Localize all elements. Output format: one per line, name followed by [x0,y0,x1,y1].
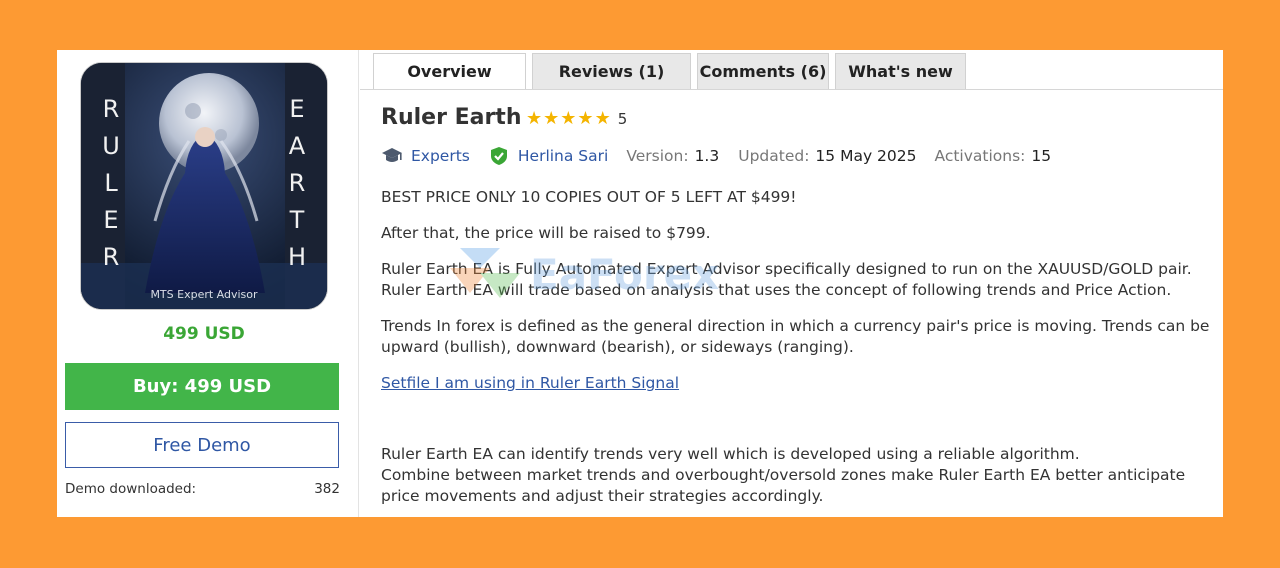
activations-label: Activations: [934,147,1026,165]
category-link[interactable]: Experts [411,147,470,165]
buy-button[interactable]: Buy: 499 USD [65,363,339,410]
product-cover-image[interactable]: R U L E R E A R T H MTS Expert Advisor [80,62,328,310]
description-paragraph: Ruler Earth EA will trade based on analy… [381,281,1172,299]
description-paragraph: Ruler Earth EA can identify trends very … [381,445,1080,463]
cover-right-word: E A R T H [287,95,307,271]
version-value: 1.3 [694,147,720,165]
verified-shield-icon [490,147,507,165]
description-paragraph: Trends In forex is defined as the genera… [381,317,1210,335]
product-title: Ruler Earth [381,105,522,130]
product-price: 499 USD [163,324,245,344]
graduation-cap-icon [382,148,402,162]
product-details: Overview Reviews (1) Comments (6) What's… [360,50,1223,517]
tab-overview[interactable]: Overview [373,53,526,89]
rating[interactable]: ★ ★ ★ ★ ★ 5 [526,108,628,129]
activations-value: 15 [1031,147,1052,165]
star-icon: ★ [560,108,577,129]
description-paragraph: price movements and adjust their strateg… [381,487,824,505]
tab-bar: Overview Reviews (1) Comments (6) What's… [373,53,972,89]
author-link[interactable]: Herlina Sari [518,147,608,165]
description-paragraph: After that, the price will be raised to … [381,224,711,242]
tab-reviews[interactable]: Reviews (1) [532,53,691,89]
star-icon: ★ [594,108,611,129]
tab-divider [360,89,1223,90]
star-icon: ★ [543,108,560,129]
demo-downloaded-label: Demo downloaded: [65,481,197,497]
description-paragraph: upward (bullish), downward (bearish), or… [381,338,854,356]
product-card: R U L E R E A R T H MTS Expert Advisor 4… [57,50,1223,517]
cover-left-word: R U L E R [102,95,120,271]
product-meta: Experts Herlina Sari Version: 1.3 Update… [381,146,1051,166]
rating-value: 5 [617,110,628,128]
star-icon: ★ [577,108,594,129]
description-paragraph: Combine between market trends and overbo… [381,466,1186,484]
tab-comments[interactable]: Comments (6) [697,53,829,89]
star-icon: ★ [526,108,543,129]
description-paragraph: Ruler Earth EA is Fully Automated Expert… [381,260,1192,278]
updated-value: 15 May 2025 [815,147,917,165]
setfile-link[interactable]: Setfile I am using in Ruler Earth Signal [381,374,679,392]
description-paragraph: BEST PRICE ONLY 10 COPIES OUT OF 5 LEFT … [381,188,797,206]
tab-whats-new[interactable]: What's new [835,53,966,89]
free-demo-button[interactable]: Free Demo [65,422,339,468]
cover-caption: MTS Expert Advisor [150,288,258,301]
demo-downloaded-count: 382 [314,481,340,497]
product-sidebar: R U L E R E A R T H MTS Expert Advisor 4… [57,50,359,517]
updated-label: Updated: [738,147,810,165]
version-label: Version: [626,147,689,165]
